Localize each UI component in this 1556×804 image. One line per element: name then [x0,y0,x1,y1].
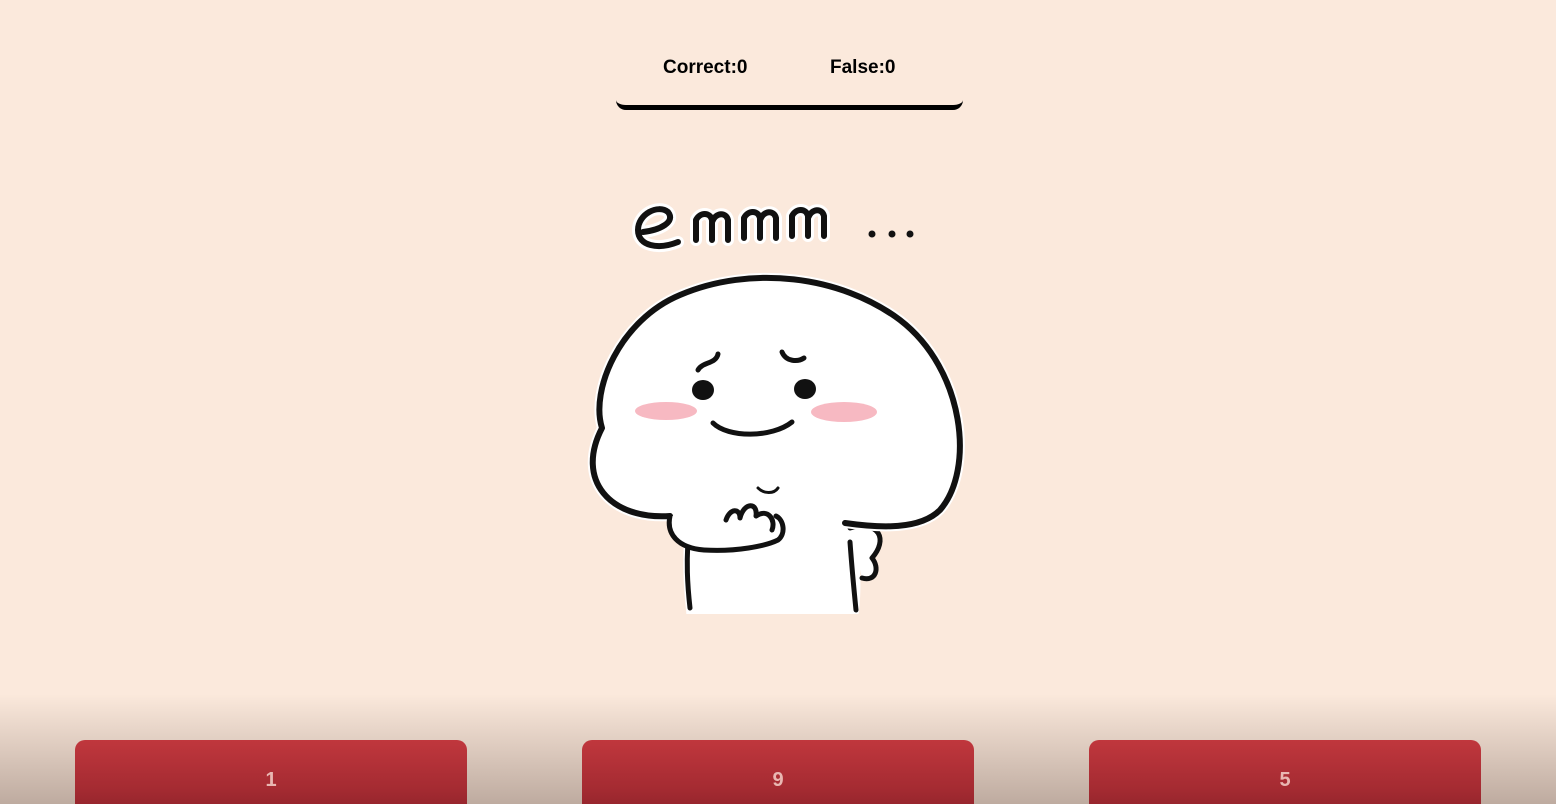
answer-button-3[interactable]: 5 [1089,740,1481,804]
answer-button-2[interactable]: 9 [582,740,974,804]
game-screen: Correct:0 False:0 1 9 5 [0,0,1556,804]
answer-label: 9 [772,769,784,791]
answer-label: 1 [265,769,277,791]
answer-label: 5 [1279,769,1291,791]
thinking-sticker-image [587,203,965,614]
false-count: False:0 [830,57,896,78]
answer-button-1[interactable]: 1 [75,740,467,804]
scoreboard: Correct:0 False:0 [616,40,963,110]
correct-count: Correct:0 [663,57,748,78]
